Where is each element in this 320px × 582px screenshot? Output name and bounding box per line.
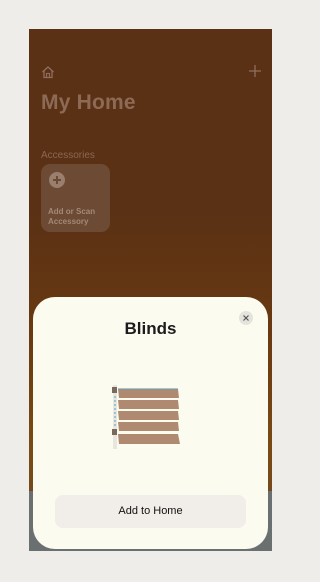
- add-accessory-label: Add or Scan Accessory: [48, 207, 96, 226]
- close-icon: [243, 315, 249, 321]
- accessory-sheet: Blinds Add to Home: [33, 297, 268, 549]
- add-circle-icon: [49, 172, 65, 188]
- add-to-home-button[interactable]: Add to Home: [55, 495, 246, 528]
- home-icon[interactable]: [41, 65, 55, 79]
- add-accessory-tile[interactable]: Add or Scan Accessory: [41, 164, 110, 232]
- close-button[interactable]: [239, 311, 253, 325]
- section-label: Accessories: [41, 150, 95, 161]
- blinds-icon: [112, 385, 180, 449]
- sheet-title: Blinds: [124, 319, 177, 338]
- plus-icon[interactable]: [248, 64, 262, 78]
- page-title: My Home: [41, 91, 136, 114]
